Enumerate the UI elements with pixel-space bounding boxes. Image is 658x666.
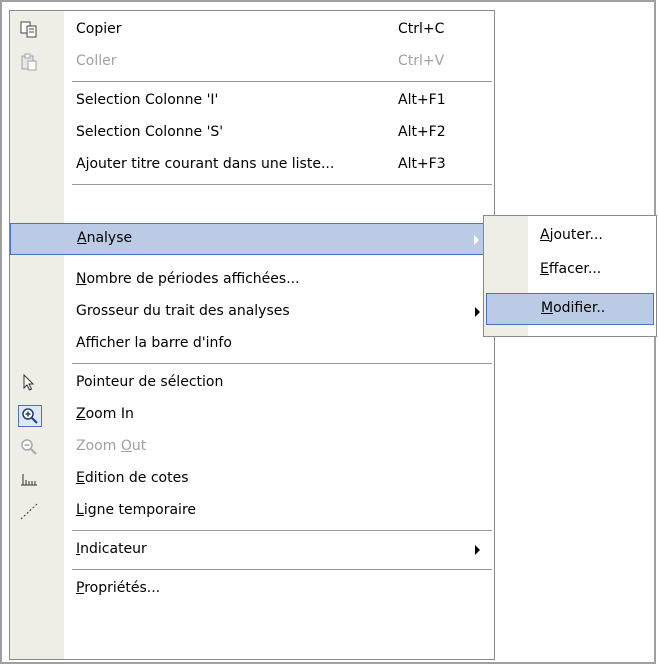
menu-item-label: Edition de cotes (76, 470, 189, 486)
menu-item-label: Nombre de périodes affichées... (76, 271, 300, 287)
menu-item-label: Zoom In (76, 406, 134, 422)
context-menu: Copier Ctrl+C Coller Ctrl+V Selection Co… (9, 10, 495, 660)
menu-separator (72, 184, 492, 185)
menu-item-shortcut: Alt+F3 (398, 156, 446, 172)
submenu-item-modifier[interactable]: Modifier.. (486, 293, 654, 325)
pointer-icon (18, 373, 40, 393)
zoom-out-icon (18, 437, 40, 457)
menu-item-analyse[interactable]: Analyse (10, 223, 494, 255)
submenu-item-ajouter[interactable]: Ajouter... (484, 220, 656, 252)
menu-item-nombre-de-periodes[interactable]: Nombre de périodes affichées... (10, 264, 494, 296)
ruler-icon (18, 469, 40, 489)
menu-item-proprietes[interactable]: Propriétés... (10, 573, 494, 605)
menu-item-pointeur-de-selection[interactable]: Pointeur de sélection (10, 367, 494, 399)
menu-item-copier[interactable]: Copier Ctrl+C (10, 14, 494, 46)
menu-item-ligne-temporaire[interactable]: Ligne temporaire (10, 495, 494, 527)
dotted-line-icon (18, 501, 40, 521)
menu-item-shortcut: Ctrl+C (398, 21, 445, 37)
menu-item-label: Selection Colonne 'I' (76, 92, 219, 108)
menu-item-ajouter-titre[interactable]: Ajouter titre courant dans une liste... … (10, 149, 494, 181)
menu-separator (72, 363, 492, 364)
analyse-submenu: Ajouter... Effacer... Modifier.. (483, 215, 657, 337)
menu-item-selection-colonne-s[interactable]: Selection Colonne 'S' Alt+F2 (10, 117, 494, 149)
menu-item-shortcut: Alt+F2 (398, 124, 446, 140)
menu-item-coller[interactable]: Coller Ctrl+V (10, 46, 494, 78)
submenu-item-effacer[interactable]: Effacer... (484, 254, 656, 286)
menu-separator (72, 81, 492, 82)
menu-item-label: Analyse (77, 230, 133, 246)
menu-item-afficher-barre-info[interactable]: Afficher la barre d'info (10, 328, 494, 360)
menu-item-indicateur[interactable]: Indicateur (10, 534, 494, 566)
paste-icon (18, 52, 40, 72)
menu-item-label: Selection Colonne 'S' (76, 124, 224, 140)
zoom-in-icon (18, 405, 42, 427)
menu-item-selection-colonne-i[interactable]: Selection Colonne 'I' Alt+F1 (10, 85, 494, 117)
menu-item-label: Ajouter titre courant dans une liste... (76, 156, 335, 172)
menu-item-label: Modifier.. (541, 300, 606, 316)
menu-item-label: Ajouter... (540, 227, 603, 243)
menu-item-edition-de-cotes[interactable]: Edition de cotes (10, 463, 494, 495)
menu-item-shortcut: Alt+F1 (398, 92, 446, 108)
menu-item-grosseur-du-trait[interactable]: Grosseur du trait des analyses (10, 296, 494, 328)
menu-item-label: Ligne temporaire (76, 502, 197, 518)
menu-item-shortcut: Ctrl+V (398, 53, 445, 69)
menu-item-label: Indicateur (76, 541, 147, 557)
menu-separator (72, 569, 492, 570)
copy-icon (18, 20, 40, 40)
menu-item-label: Coller (76, 53, 117, 69)
menu-item-zoom-in[interactable]: Zoom In (10, 399, 494, 431)
menu-separator (72, 530, 492, 531)
menu-item-label: Copier (76, 21, 122, 37)
menu-item-label: Grosseur du trait des analyses (76, 303, 290, 319)
menu-item-label: Pointeur de sélection (76, 374, 224, 390)
submenu-arrow-icon (475, 307, 480, 317)
submenu-arrow-icon (474, 235, 479, 245)
menu-item-zoom-out[interactable]: Zoom Out (10, 431, 494, 463)
submenu-arrow-icon (475, 545, 480, 555)
menu-item-label: Effacer... (540, 261, 602, 277)
menu-item-label: Zoom Out (76, 438, 147, 454)
menu-item-label: Afficher la barre d'info (76, 335, 232, 351)
menu-item-label: Propriétés... (76, 580, 161, 596)
